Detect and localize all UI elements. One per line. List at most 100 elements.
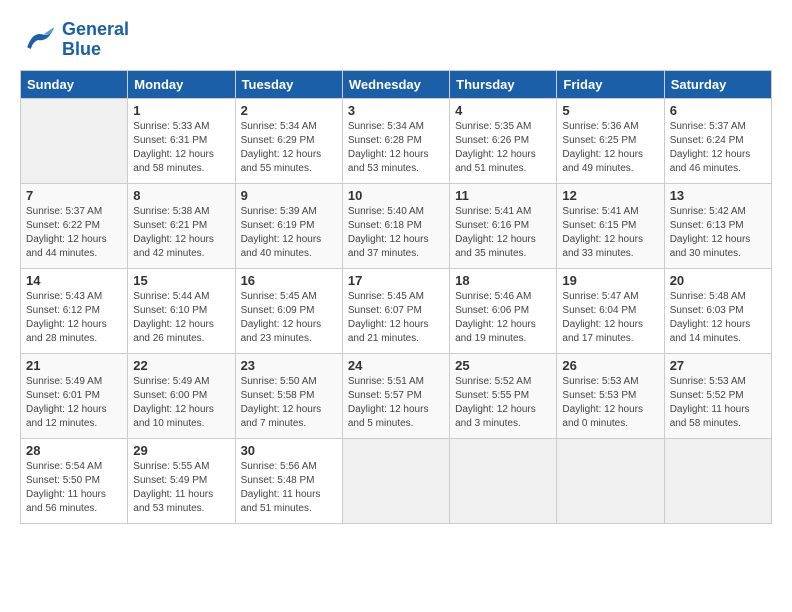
calendar-cell: 20Sunrise: 5:48 AM Sunset: 6:03 PM Dayli… [664, 268, 771, 353]
calendar-cell: 13 Sunrise: 5:42 AM Sunset: 6:13 PM Dayli… [664, 183, 771, 268]
day-header-saturday: Saturday [664, 70, 771, 98]
day-number: 12 [562, 188, 658, 203]
day-info: Sunrise: 5:49 AM Sunset: 6:00 PM Dayligh… [133, 375, 229, 431]
calendar-cell: 17 Sunrise: 5:45 AM Sunset: 6:07 PM Dayli… [342, 268, 449, 353]
day-number: 17 [348, 273, 444, 288]
day-number: 22 [133, 358, 229, 373]
day-info: Sunrise: 5:41 AM Sunset: 6:16 PM Dayligh… [455, 205, 551, 261]
day-number: 29 [133, 443, 229, 458]
calendar-cell: 21Sunrise: 5:49 AM Sunset: 6:01 PM Dayli… [21, 353, 128, 438]
day-info: Sunrise: 5:42 AM Sunset: 6:13 PM Dayligh… [670, 205, 766, 261]
calendar-cell [21, 98, 128, 183]
calendar-cell: 25 Sunrise: 5:52 AM Sunset: 5:55 PM Dayli… [450, 353, 557, 438]
calendar-cell [664, 438, 771, 523]
day-number: 25 [455, 358, 551, 373]
day-number: 28 [26, 443, 122, 458]
calendar-cell [342, 438, 449, 523]
day-number: 1 [133, 103, 229, 118]
day-info: Sunrise: 5:48 AM Sunset: 6:03 PM Dayligh… [670, 290, 766, 346]
calendar-week-row: 14 Sunrise: 5:43 AM Sunset: 6:12 PM Dayli… [21, 268, 772, 353]
day-info: Sunrise: 5:51 AM Sunset: 5:57 PM Dayligh… [348, 375, 444, 431]
calendar-cell: 16 Sunrise: 5:45 AM Sunset: 6:09 PM Dayli… [235, 268, 342, 353]
day-info: Sunrise: 5:53 AM Sunset: 5:52 PM Dayligh… [670, 375, 766, 431]
calendar-cell: 26 Sunrise: 5:53 AM Sunset: 5:53 PM Dayli… [557, 353, 664, 438]
calendar-week-row: 21Sunrise: 5:49 AM Sunset: 6:01 PM Dayli… [21, 353, 772, 438]
day-info: Sunrise: 5:55 AM Sunset: 5:49 PM Dayligh… [133, 460, 229, 516]
calendar-week-row: 28Sunrise: 5:54 AM Sunset: 5:50 PM Dayli… [21, 438, 772, 523]
day-info: Sunrise: 5:38 AM Sunset: 6:21 PM Dayligh… [133, 205, 229, 261]
day-info: Sunrise: 5:45 AM Sunset: 6:09 PM Dayligh… [241, 290, 337, 346]
day-number: 4 [455, 103, 551, 118]
day-number: 7 [26, 188, 122, 203]
calendar-cell: 6 Sunrise: 5:37 AM Sunset: 6:24 PM Daylig… [664, 98, 771, 183]
day-number: 8 [133, 188, 229, 203]
day-info: Sunrise: 5:45 AM Sunset: 6:07 PM Dayligh… [348, 290, 444, 346]
day-info: Sunrise: 5:52 AM Sunset: 5:55 PM Dayligh… [455, 375, 551, 431]
day-info: Sunrise: 5:34 AM Sunset: 6:29 PM Dayligh… [241, 120, 337, 176]
calendar-cell: 29 Sunrise: 5:55 AM Sunset: 5:49 PM Dayli… [128, 438, 235, 523]
day-info: Sunrise: 5:37 AM Sunset: 6:24 PM Dayligh… [670, 120, 766, 176]
day-info: Sunrise: 5:43 AM Sunset: 6:12 PM Dayligh… [26, 290, 122, 346]
day-number: 26 [562, 358, 658, 373]
calendar-table: SundayMondayTuesdayWednesdayThursdayFrid… [20, 70, 772, 524]
day-info: Sunrise: 5:47 AM Sunset: 6:04 PM Dayligh… [562, 290, 658, 346]
day-info: Sunrise: 5:35 AM Sunset: 6:26 PM Dayligh… [455, 120, 551, 176]
calendar-cell: 27 Sunrise: 5:53 AM Sunset: 5:52 PM Dayli… [664, 353, 771, 438]
day-number: 14 [26, 273, 122, 288]
day-number: 11 [455, 188, 551, 203]
calendar-cell: 18Sunrise: 5:46 AM Sunset: 6:06 PM Dayli… [450, 268, 557, 353]
calendar-header-row: SundayMondayTuesdayWednesdayThursdayFrid… [21, 70, 772, 98]
calendar-cell: 3 Sunrise: 5:34 AM Sunset: 6:28 PM Daylig… [342, 98, 449, 183]
day-info: Sunrise: 5:37 AM Sunset: 6:22 PM Dayligh… [26, 205, 122, 261]
page-header: General Blue [20, 20, 772, 60]
calendar-cell: 5Sunrise: 5:36 AM Sunset: 6:25 PM Daylig… [557, 98, 664, 183]
calendar-cell: 9Sunrise: 5:39 AM Sunset: 6:19 PM Daylig… [235, 183, 342, 268]
day-info: Sunrise: 5:44 AM Sunset: 6:10 PM Dayligh… [133, 290, 229, 346]
calendar-cell [557, 438, 664, 523]
day-header-tuesday: Tuesday [235, 70, 342, 98]
day-number: 16 [241, 273, 337, 288]
calendar-cell: 23Sunrise: 5:50 AM Sunset: 5:58 PM Dayli… [235, 353, 342, 438]
calendar-cell: 15 Sunrise: 5:44 AM Sunset: 6:10 PM Dayli… [128, 268, 235, 353]
calendar-cell: 30Sunrise: 5:56 AM Sunset: 5:48 PM Dayli… [235, 438, 342, 523]
day-number: 13 [670, 188, 766, 203]
calendar-cell: 4 Sunrise: 5:35 AM Sunset: 6:26 PM Daylig… [450, 98, 557, 183]
day-number: 27 [670, 358, 766, 373]
day-header-friday: Friday [557, 70, 664, 98]
calendar-cell: 7 Sunrise: 5:37 AM Sunset: 6:22 PM Daylig… [21, 183, 128, 268]
day-info: Sunrise: 5:53 AM Sunset: 5:53 PM Dayligh… [562, 375, 658, 431]
day-header-monday: Monday [128, 70, 235, 98]
calendar-cell: 24Sunrise: 5:51 AM Sunset: 5:57 PM Dayli… [342, 353, 449, 438]
day-header-sunday: Sunday [21, 70, 128, 98]
day-info: Sunrise: 5:40 AM Sunset: 6:18 PM Dayligh… [348, 205, 444, 261]
calendar-cell [450, 438, 557, 523]
logo-text: General Blue [62, 20, 129, 60]
day-number: 21 [26, 358, 122, 373]
calendar-cell: 8 Sunrise: 5:38 AM Sunset: 6:21 PM Daylig… [128, 183, 235, 268]
calendar-cell: 28Sunrise: 5:54 AM Sunset: 5:50 PM Dayli… [21, 438, 128, 523]
calendar-cell: 2 Sunrise: 5:34 AM Sunset: 6:29 PM Daylig… [235, 98, 342, 183]
day-info: Sunrise: 5:50 AM Sunset: 5:58 PM Dayligh… [241, 375, 337, 431]
day-number: 3 [348, 103, 444, 118]
day-info: Sunrise: 5:34 AM Sunset: 6:28 PM Dayligh… [348, 120, 444, 176]
day-number: 2 [241, 103, 337, 118]
calendar-week-row: 7 Sunrise: 5:37 AM Sunset: 6:22 PM Daylig… [21, 183, 772, 268]
logo: General Blue [20, 20, 129, 60]
day-info: Sunrise: 5:41 AM Sunset: 6:15 PM Dayligh… [562, 205, 658, 261]
day-number: 10 [348, 188, 444, 203]
calendar-cell: 14 Sunrise: 5:43 AM Sunset: 6:12 PM Dayli… [21, 268, 128, 353]
day-number: 15 [133, 273, 229, 288]
day-number: 6 [670, 103, 766, 118]
calendar-cell: 1 Sunrise: 5:33 AM Sunset: 6:31 PM Daylig… [128, 98, 235, 183]
calendar-cell: 12 Sunrise: 5:41 AM Sunset: 6:15 PM Dayli… [557, 183, 664, 268]
calendar-cell: 22 Sunrise: 5:49 AM Sunset: 6:00 PM Dayli… [128, 353, 235, 438]
logo-icon [20, 22, 56, 58]
day-info: Sunrise: 5:56 AM Sunset: 5:48 PM Dayligh… [241, 460, 337, 516]
calendar-cell: 19 Sunrise: 5:47 AM Sunset: 6:04 PM Dayli… [557, 268, 664, 353]
day-number: 18 [455, 273, 551, 288]
day-info: Sunrise: 5:33 AM Sunset: 6:31 PM Dayligh… [133, 120, 229, 176]
calendar-cell: 11 Sunrise: 5:41 AM Sunset: 6:16 PM Dayli… [450, 183, 557, 268]
day-number: 19 [562, 273, 658, 288]
day-header-wednesday: Wednesday [342, 70, 449, 98]
day-number: 5 [562, 103, 658, 118]
